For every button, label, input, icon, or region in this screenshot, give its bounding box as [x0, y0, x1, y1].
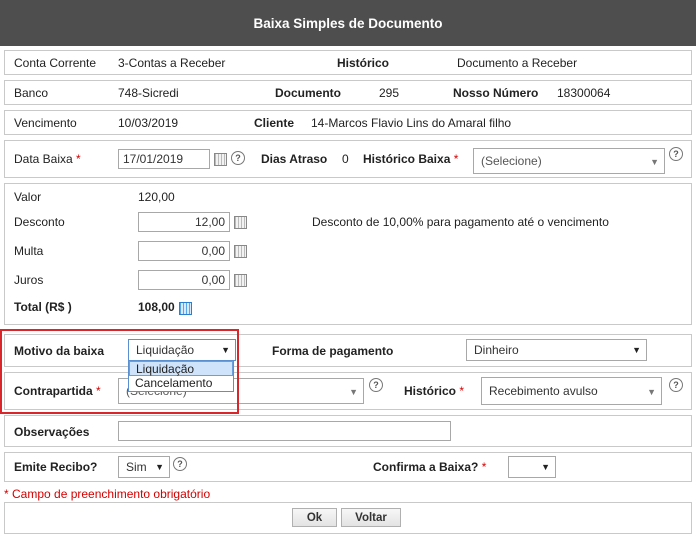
emite-recibo-label: Emite Recibo?	[14, 460, 98, 474]
desconto-input[interactable]: 12,00	[138, 212, 230, 232]
data-baixa-input[interactable]: 17/01/2019	[118, 149, 210, 169]
observacoes-input[interactable]	[118, 421, 451, 441]
voltar-button[interactable]: Voltar	[341, 508, 401, 527]
juros-label: Juros	[14, 273, 44, 287]
help-icon[interactable]: ?	[669, 147, 683, 161]
nosso-numero-value: 18300064	[557, 86, 611, 100]
recibo-panel: Emite Recibo? Sim ▼ ? Confirma a Baixa? *…	[4, 452, 692, 482]
chevron-down-icon: ▼	[647, 387, 656, 397]
historico-baixa-label: Histórico Baixa *	[363, 152, 459, 166]
valor-value: 120,00	[138, 190, 175, 204]
documento-value: 295	[379, 86, 400, 100]
required-marker: *	[459, 384, 465, 398]
observacoes-label: Observações	[14, 425, 90, 439]
banco-label: Banco	[14, 86, 49, 100]
valor-label: Valor	[14, 190, 42, 204]
contrapartida-historico-selected: Recebimento avulso	[489, 384, 598, 398]
vencimento-label: Vencimento	[14, 116, 77, 130]
total-value: 108,00	[138, 300, 175, 314]
forma-pagamento-label: Forma de pagamento	[272, 344, 394, 358]
chevron-down-icon: ▼	[155, 462, 164, 472]
window-title: Baixa Simples de Documento	[0, 0, 696, 46]
required-marker: *	[453, 152, 459, 166]
calendar-icon[interactable]	[214, 153, 227, 166]
multa-value: 0,00	[201, 244, 225, 258]
help-icon[interactable]: ?	[369, 378, 383, 392]
help-icon[interactable]: ?	[231, 151, 245, 165]
dias-atraso-value: 0	[342, 152, 349, 166]
banco-panel: Banco 748-Sicredi Documento 295 Nosso Nú…	[4, 80, 692, 105]
cliente-value: 14-Marcos Flavio Lins do Amaral filho	[311, 116, 512, 130]
contrapartida-historico-label: Histórico *	[404, 384, 465, 398]
emite-recibo-selected: Sim	[126, 460, 147, 474]
data-baixa-label: Data Baixa *	[14, 152, 81, 166]
calculator-icon[interactable]	[179, 302, 192, 315]
required-marker: *	[481, 460, 487, 474]
valores-panel: Valor 120,00 Desconto 12,00 Desconto de …	[4, 183, 692, 325]
historico-baixa-select[interactable]: (Selecione) ▼	[473, 148, 665, 174]
calculator-icon[interactable]	[234, 216, 247, 229]
total-label: Total (R$ )	[14, 300, 72, 314]
chevron-down-icon: ▼	[650, 157, 659, 167]
chevron-down-icon: ▼	[349, 387, 358, 397]
emite-recibo-select[interactable]: Sim ▼	[118, 456, 170, 478]
data-baixa-panel: Data Baixa * 17/01/2019 ? Dias Atraso 0 …	[4, 140, 692, 178]
conta-label: Conta Corrente	[14, 56, 97, 70]
conta-historico-value: Documento a Receber	[457, 56, 578, 70]
observacoes-panel: Observações	[4, 415, 692, 447]
confirma-baixa-label: Confirma a Baixa? *	[373, 460, 487, 474]
forma-pagamento-selected: Dinheiro	[474, 343, 519, 357]
data-baixa-value: 17/01/2019	[123, 152, 184, 166]
help-icon[interactable]: ?	[173, 457, 187, 471]
desconto-value: 12,00	[194, 215, 225, 229]
required-fields-note: * Campo de preenchimento obrigatório	[4, 487, 211, 501]
confirma-baixa-select[interactable]: ▼	[508, 456, 556, 478]
calculator-icon[interactable]	[234, 274, 247, 287]
juros-value: 0,00	[201, 273, 225, 287]
cliente-label: Cliente	[254, 116, 295, 130]
vencimento-panel: Vencimento 10/03/2019 Cliente 14-Marcos …	[4, 110, 692, 135]
historico-baixa-selected: (Selecione)	[481, 154, 542, 168]
chevron-down-icon: ▼	[541, 462, 550, 472]
vencimento-value: 10/03/2019	[118, 116, 179, 130]
desconto-note: Desconto de 10,00% para pagamento até o …	[312, 215, 609, 229]
highlight-box	[0, 329, 239, 414]
banco-value: 748-Sicredi	[118, 86, 179, 100]
calculator-icon[interactable]	[234, 245, 247, 258]
chevron-down-icon: ▼	[632, 345, 641, 355]
forma-pagamento-select[interactable]: Dinheiro ▼	[466, 339, 647, 361]
footer-panel: Ok Voltar	[4, 502, 692, 534]
help-icon[interactable]: ?	[669, 378, 683, 392]
multa-label: Multa	[14, 244, 44, 258]
conta-panel: Conta Corrente 3-Contas a Receber Histór…	[4, 50, 692, 75]
nosso-numero-label: Nosso Número	[453, 86, 539, 100]
dias-atraso-label: Dias Atraso	[261, 152, 328, 166]
documento-label: Documento	[275, 86, 341, 100]
contrapartida-historico-select[interactable]: Recebimento avulso ▼	[481, 377, 662, 405]
required-marker: *	[76, 152, 81, 166]
juros-input[interactable]: 0,00	[138, 270, 230, 290]
multa-input[interactable]: 0,00	[138, 241, 230, 261]
desconto-label: Desconto	[14, 215, 65, 229]
conta-value: 3-Contas a Receber	[118, 56, 226, 70]
ok-button[interactable]: Ok	[292, 508, 337, 527]
conta-historico-label: Histórico	[337, 56, 390, 70]
